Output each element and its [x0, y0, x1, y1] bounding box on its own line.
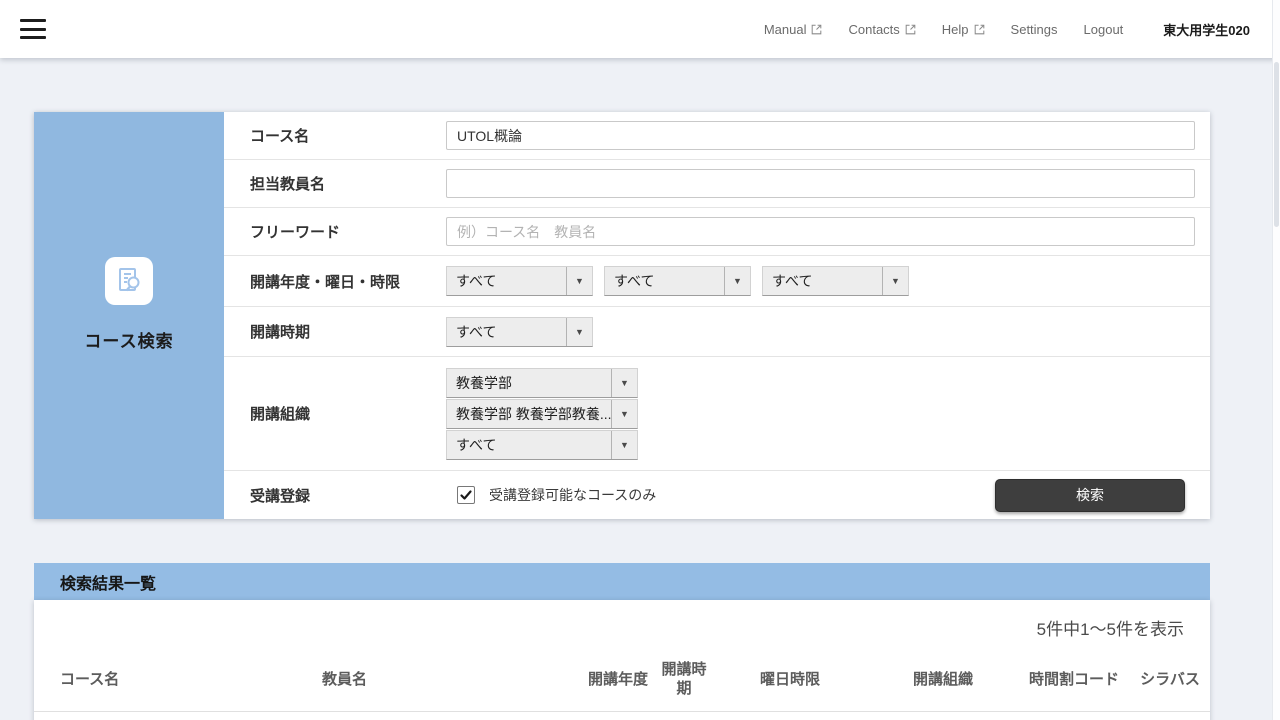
nav-contacts[interactable]: Contacts	[848, 22, 915, 37]
search-button[interactable]: 検索	[995, 479, 1185, 512]
course-search-panel: コース検索 コース名 担当教員名 フリーワード 開講年度・曜日・時限 すべて	[34, 112, 1210, 519]
registration-checkbox-label: 受講登録可能なコースのみ	[489, 485, 656, 505]
search-results-section: 検索結果一覧 5件中1〜5件を表示 コース名 教員名 開講年度 開講時期 曜日時…	[34, 563, 1210, 720]
year-select[interactable]: すべて ▼	[446, 266, 593, 296]
period-select[interactable]: すべて ▼	[762, 266, 909, 296]
course-name-label: コース名	[224, 125, 446, 146]
instructor-label: 担当教員名	[224, 173, 446, 194]
panel-title: コース検索	[84, 327, 173, 352]
nav-manual[interactable]: Manual	[764, 22, 823, 37]
header-nav: Manual Contacts Help Settings	[764, 20, 1250, 39]
results-count: 5件中1〜5件を表示	[34, 615, 1210, 640]
nav-help-label: Help	[942, 22, 969, 37]
page-scrollbar[interactable]	[1272, 0, 1280, 720]
row-instructor: 担当教員名	[224, 159, 1210, 207]
scrollbar-thumb[interactable]	[1274, 62, 1279, 227]
cell-course-name[interactable]: 東大用コース001	[34, 712, 322, 720]
nav-logout[interactable]: Logout	[1084, 22, 1124, 37]
nav-settings-label: Settings	[1011, 22, 1058, 37]
results-table: コース名 教員名 開講年度 開講時期 曜日時限 開講組織 時間割コード シラバス…	[34, 646, 1210, 720]
chevron-down-icon: ▼	[611, 400, 637, 428]
external-link-icon	[811, 24, 822, 35]
hamburger-menu-icon[interactable]	[20, 19, 46, 39]
col-course-name: コース名	[34, 646, 322, 712]
logged-in-user: 東大用学生020	[1163, 20, 1250, 39]
nav-manual-label: Manual	[764, 22, 807, 37]
row-registration: 受講登録 受講登録可能なコースのみ 検索	[224, 470, 1210, 519]
row-course-name: コース名	[224, 112, 1210, 159]
term-select[interactable]: すべて ▼	[446, 317, 593, 347]
term-label: 開講時期	[224, 321, 446, 342]
col-timetable-code: 時間割コード	[1018, 646, 1130, 712]
main-content: コース検索 コース名 担当教員名 フリーワード 開講年度・曜日・時限 すべて	[0, 58, 1280, 720]
course-search-side: コース検索	[34, 112, 224, 519]
course-search-form: コース名 担当教員名 フリーワード 開講年度・曜日・時限 すべて ▼	[224, 112, 1210, 519]
day-select[interactable]: すべて ▼	[604, 266, 751, 296]
col-term: 開講時期	[656, 646, 712, 712]
cell-syllabus	[1130, 712, 1210, 720]
checkmark-icon	[459, 488, 473, 502]
chevron-down-icon: ▼	[566, 267, 592, 295]
chevron-down-icon: ▼	[724, 267, 750, 295]
row-year-day-period: 開講年度・曜日・時限 すべて ▼ すべて ▼ すべて ▼	[224, 255, 1210, 306]
app-header: Manual Contacts Help Settings	[0, 0, 1280, 58]
nav-logout-label: Logout	[1084, 22, 1124, 37]
row-term: 開講時期 すべて ▼	[224, 306, 1210, 356]
instructor-input[interactable]	[446, 169, 1195, 198]
external-link-icon	[905, 24, 916, 35]
organization-select-3[interactable]: すべて ▼	[446, 430, 638, 460]
col-syllabus: シラバス	[1130, 646, 1210, 712]
chevron-down-icon: ▼	[566, 318, 592, 346]
col-day-period: 曜日時限	[712, 646, 868, 712]
table-row[interactable]: 東大用コース001 東大用教職員010 東大用教職員011 2023 通年 月曜…	[34, 712, 1210, 720]
nav-help[interactable]: Help	[942, 22, 985, 37]
registration-label: 受講登録	[224, 485, 446, 506]
results-table-header-row: コース名 教員名 開講年度 開講時期 曜日時限 開講組織 時間割コード シラバス	[34, 646, 1210, 712]
results-title: 検索結果一覧	[60, 570, 156, 594]
cell-instructors: 東大用教職員010 東大用教職員011	[322, 712, 580, 720]
organization-label: 開講組織	[224, 403, 446, 424]
col-instructors: 教員名	[322, 646, 580, 712]
row-free-word: フリーワード	[224, 207, 1210, 255]
nav-contacts-label: Contacts	[848, 22, 899, 37]
organization-select-2[interactable]: 教養学部 教養学部教養... ▼	[446, 399, 638, 429]
cell-organization: 教養学部	[868, 712, 1018, 720]
cell-year: 2023	[580, 712, 656, 720]
free-word-label: フリーワード	[224, 221, 446, 242]
chevron-down-icon: ▼	[611, 369, 637, 397]
year-day-period-label: 開講年度・曜日・時限	[224, 271, 446, 292]
col-organization: 開講組織	[868, 646, 1018, 712]
chevron-down-icon: ▼	[611, 431, 637, 459]
organization-select-1[interactable]: 教養学部 ▼	[446, 368, 638, 398]
course-search-icon	[105, 257, 153, 305]
results-header: 検索結果一覧	[34, 563, 1210, 600]
course-name-input[interactable]	[446, 121, 1195, 150]
cell-timetable-code: UTokyoCourse001	[1018, 712, 1130, 720]
row-organization: 開講組織 教養学部 ▼ 教養学部 教養学部教養... ▼ すべて ▼	[224, 356, 1210, 470]
cell-day-period: 月曜日 1時限	[712, 712, 868, 720]
results-body: 5件中1〜5件を表示 コース名 教員名 開講年度 開講時期 曜日時限 開講組織 …	[34, 600, 1210, 720]
nav-settings[interactable]: Settings	[1011, 22, 1058, 37]
free-word-input[interactable]	[446, 217, 1195, 246]
chevron-down-icon: ▼	[882, 267, 908, 295]
cell-term: 通年	[656, 712, 712, 720]
registration-checkbox[interactable]	[457, 486, 475, 504]
col-year: 開講年度	[580, 646, 656, 712]
external-link-icon	[974, 24, 985, 35]
